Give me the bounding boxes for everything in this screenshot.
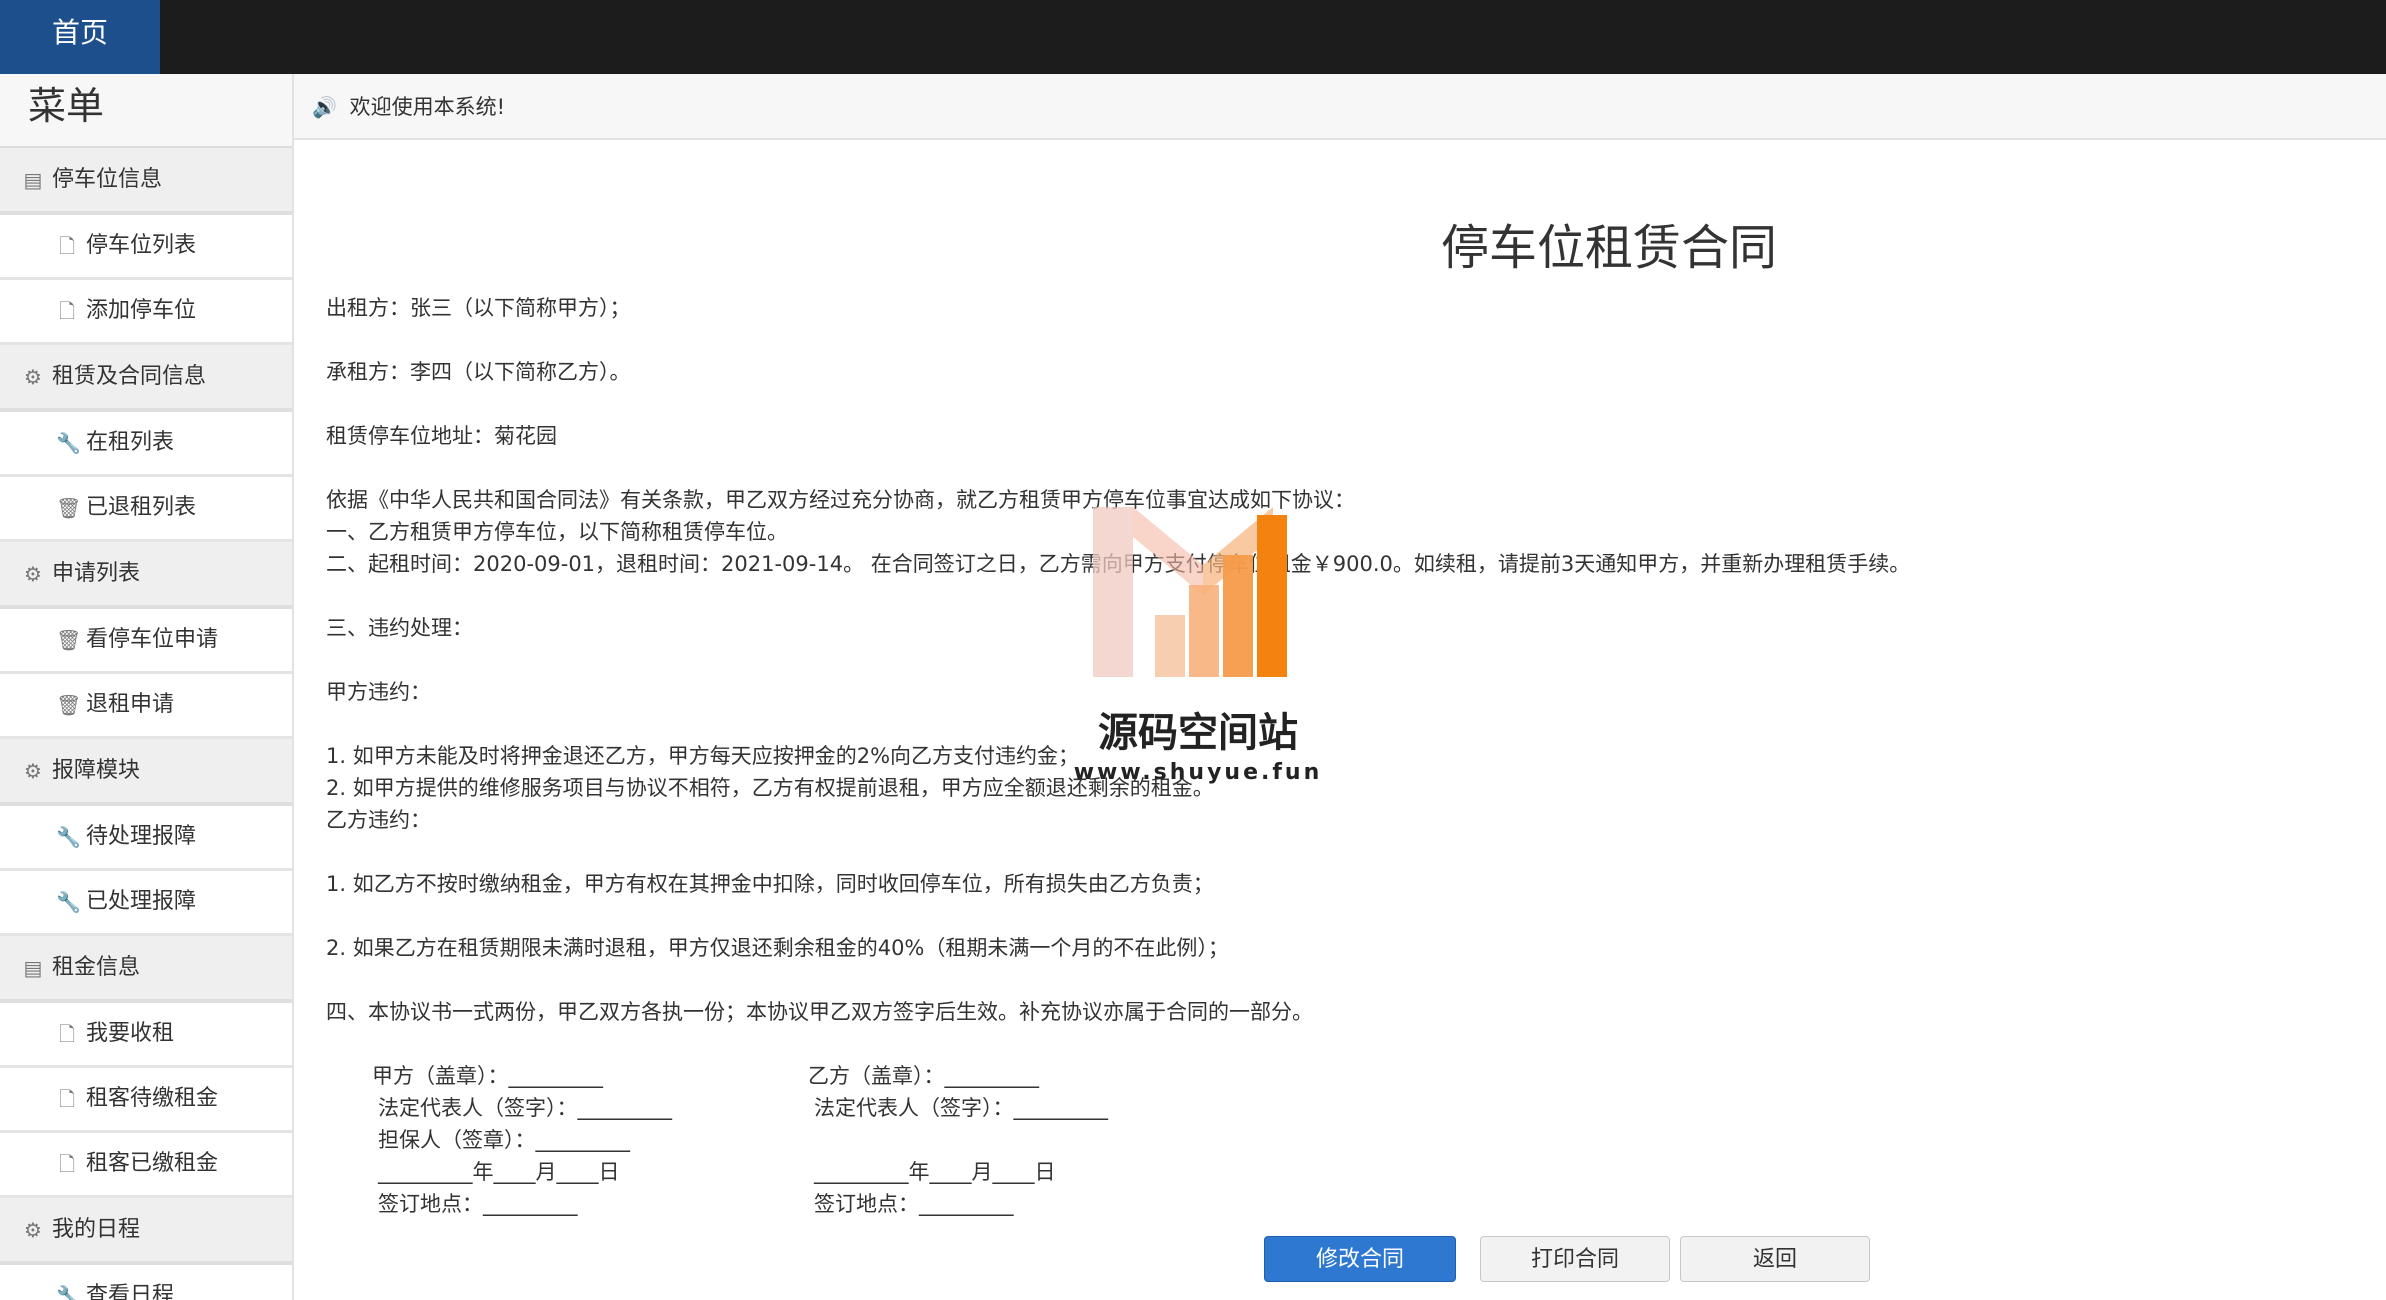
file-icon: 🗋 <box>58 299 76 323</box>
sidebar-item-label: 查看日程 <box>86 1283 175 1300</box>
signature-party-a: 甲方（盖章）：_________ <box>372 1064 603 1088</box>
modify-contract-button[interactable]: 修改合同 <box>1264 1236 1456 1282</box>
contract-line: 租赁停车位地址：菊花园 <box>326 424 557 448</box>
file-icon: 🗋 <box>58 1022 76 1046</box>
contract-line: 1. 如甲方未能及时将押金退还乙方，甲方每天应按押金的2%向乙方支付违约金； <box>326 744 1080 768</box>
trash-icon: 🗑 <box>56 628 82 652</box>
contract-line: 四、本协议书一式两份，甲乙双方各执一份；本协议甲乙双方签字后生效。补充协议亦属于… <box>326 1000 1313 1024</box>
sidebar-item-handled-repairs[interactable]: 🔧 已处理报障 <box>0 871 292 936</box>
wrench-icon: 🔧 <box>56 825 81 849</box>
signature-party-b: 乙方（盖章）：_________ <box>808 1064 1039 1088</box>
list-icon: ▤ <box>23 167 43 192</box>
contract-line: 出租方：张三（以下简称甲方）； <box>326 296 631 320</box>
watermark-text: 源码空间站 <box>1098 710 1298 756</box>
sidebar-group-label: 租赁及合同信息 <box>52 364 207 389</box>
sidebar-item-add-parking[interactable]: 🗋 添加停车位 <box>0 280 292 345</box>
sidebar-group-label: 申请列表 <box>52 561 141 586</box>
sidebar-item-active-leases[interactable]: 🔧 在租列表 <box>0 412 292 477</box>
contract-line: 二、起租时间：2020-09-01，退租时间：2021-09-14。 在合同签订… <box>326 552 1911 576</box>
notice-text: 欢迎使用本系统! <box>349 95 506 119</box>
sidebar-item-label: 待处理报障 <box>86 824 197 849</box>
notice-bar: 🔊 欢迎使用本系统! <box>294 74 2386 140</box>
sidebar-group-repairs[interactable]: ⚙ 报障模块 <box>0 739 292 806</box>
gear-icon: ⚙ <box>24 364 42 389</box>
sidebar-item-parking-list[interactable]: 🗋 停车位列表 <box>0 215 292 280</box>
sidebar-group-label: 我的日程 <box>52 1217 141 1242</box>
sidebar-item-label: 已处理报障 <box>86 889 197 914</box>
sidebar-item-label: 租客待缴租金 <box>86 1086 219 1111</box>
contract-line: 甲方违约： <box>326 680 431 704</box>
wrench-icon: 🔧 <box>56 890 81 914</box>
sidebar-item-label: 我要收租 <box>86 1021 175 1046</box>
file-icon: 🗋 <box>58 1152 76 1176</box>
top-navbar: 首页 <box>0 0 2386 74</box>
sidebar-item-view-schedule[interactable]: 🔧 查看日程 <box>0 1265 292 1300</box>
contract-document: 停车位租赁合同 出租方：张三（以下简称甲方）； 承租方：李四（以下简称乙方）。 … <box>326 140 2366 1300</box>
sidebar-group-applications[interactable]: ⚙ 申请列表 <box>0 542 292 609</box>
sidebar-item-label: 添加停车位 <box>86 298 197 323</box>
file-icon: 🗋 <box>58 1087 76 1111</box>
sidebar-item-label: 租客已缴租金 <box>86 1151 219 1176</box>
contract-line: 三、违约处理： <box>326 616 473 640</box>
gear-icon: ⚙ <box>24 1217 42 1242</box>
trash-icon: 🗑 <box>56 496 82 520</box>
gear-icon: ⚙ <box>24 561 42 586</box>
sidebar-group-label: 停车位信息 <box>52 167 163 192</box>
signature-place-a: 签订地点：_________ <box>378 1192 578 1216</box>
back-button[interactable]: 返回 <box>1680 1236 1870 1282</box>
sidebar-group-parking-info[interactable]: ▤ 停车位信息 <box>0 148 292 215</box>
sidebar-item-unpaid-rent[interactable]: 🗋 租客待缴租金 <box>0 1068 292 1133</box>
signature-guarantor: 担保人（签章）：_________ <box>378 1128 630 1152</box>
sidebar-group-label: 租金信息 <box>52 955 141 980</box>
sidebar-item-viewing-applications[interactable]: 🗑 看停车位申请 <box>0 609 292 674</box>
sidebar: 菜单 ▤ 停车位信息 🗋 停车位列表 🗋 添加停车位 ⚙ 租赁及合同信息 🔧 在… <box>0 74 294 1300</box>
gear-icon: ⚙ <box>24 758 42 783</box>
sidebar-item-termination-applications[interactable]: 🗑 退租申请 <box>0 674 292 739</box>
wrench-icon: 🔧 <box>56 1284 81 1300</box>
signature-date-b: _________年____月____日 <box>814 1160 1056 1184</box>
wrench-icon: 🔧 <box>56 431 81 455</box>
signature-place-b: 签订地点：_________ <box>814 1192 1014 1216</box>
contract-title: 停车位租赁合同 <box>1440 220 1777 276</box>
contract-line: 依据《中华人民共和国合同法》有关条款，甲乙双方经过充分协商，就乙方租赁甲方停车位… <box>326 488 1355 512</box>
contract-line: 1. 如乙方不按时缴纳租金，甲方有权在其押金中扣除，同时收回停车位，所有损失由乙… <box>326 872 1214 896</box>
contract-line: 乙方违约： <box>326 808 431 832</box>
sidebar-item-label: 看停车位申请 <box>86 627 219 652</box>
print-contract-button[interactable]: 打印合同 <box>1480 1236 1670 1282</box>
contract-line: 一、乙方租赁甲方停车位，以下简称租赁停车位。 <box>326 520 788 544</box>
sidebar-item-collect-rent[interactable]: 🗋 我要收租 <box>0 1003 292 1068</box>
sidebar-item-label: 退租申请 <box>86 692 175 717</box>
sidebar-item-pending-repairs[interactable]: 🔧 待处理报障 <box>0 806 292 871</box>
sidebar-group-lease-contract[interactable]: ⚙ 租赁及合同信息 <box>0 345 292 412</box>
sidebar-item-label: 在租列表 <box>86 430 175 455</box>
sidebar-item-paid-rent[interactable]: 🗋 租客已缴租金 <box>0 1133 292 1198</box>
signature-legal-rep-a: 法定代表人（签字）：_________ <box>378 1096 672 1120</box>
sidebar-group-rent[interactable]: ▤ 租金信息 <box>0 936 292 1003</box>
trash-icon: 🗑 <box>56 693 82 717</box>
sidebar-group-schedule[interactable]: ⚙ 我的日程 <box>0 1198 292 1265</box>
signature-date-a: _________年____月____日 <box>378 1160 620 1184</box>
watermark-url: www.shuyue.fun <box>1073 760 1323 785</box>
speaker-icon: 🔊 <box>312 95 337 119</box>
menu-title: 菜单 <box>0 74 292 148</box>
sidebar-item-terminated-leases[interactable]: 🗑 已退租列表 <box>0 477 292 542</box>
file-icon: 🗋 <box>58 234 76 258</box>
home-tab[interactable]: 首页 <box>0 0 160 74</box>
list-icon: ▤ <box>23 955 43 980</box>
sidebar-group-label: 报障模块 <box>52 758 141 783</box>
contract-line: 承租方：李四（以下简称乙方）。 <box>326 360 631 384</box>
sidebar-item-label: 停车位列表 <box>86 233 197 258</box>
sidebar-item-label: 已退租列表 <box>86 495 197 520</box>
signature-legal-rep-b: 法定代表人（签字）：_________ <box>814 1096 1108 1120</box>
contract-line: 2. 如果乙方在租赁期限未满时退租，甲方仅退还剩余租金的40%（租期未满一个月的… <box>326 936 1229 960</box>
